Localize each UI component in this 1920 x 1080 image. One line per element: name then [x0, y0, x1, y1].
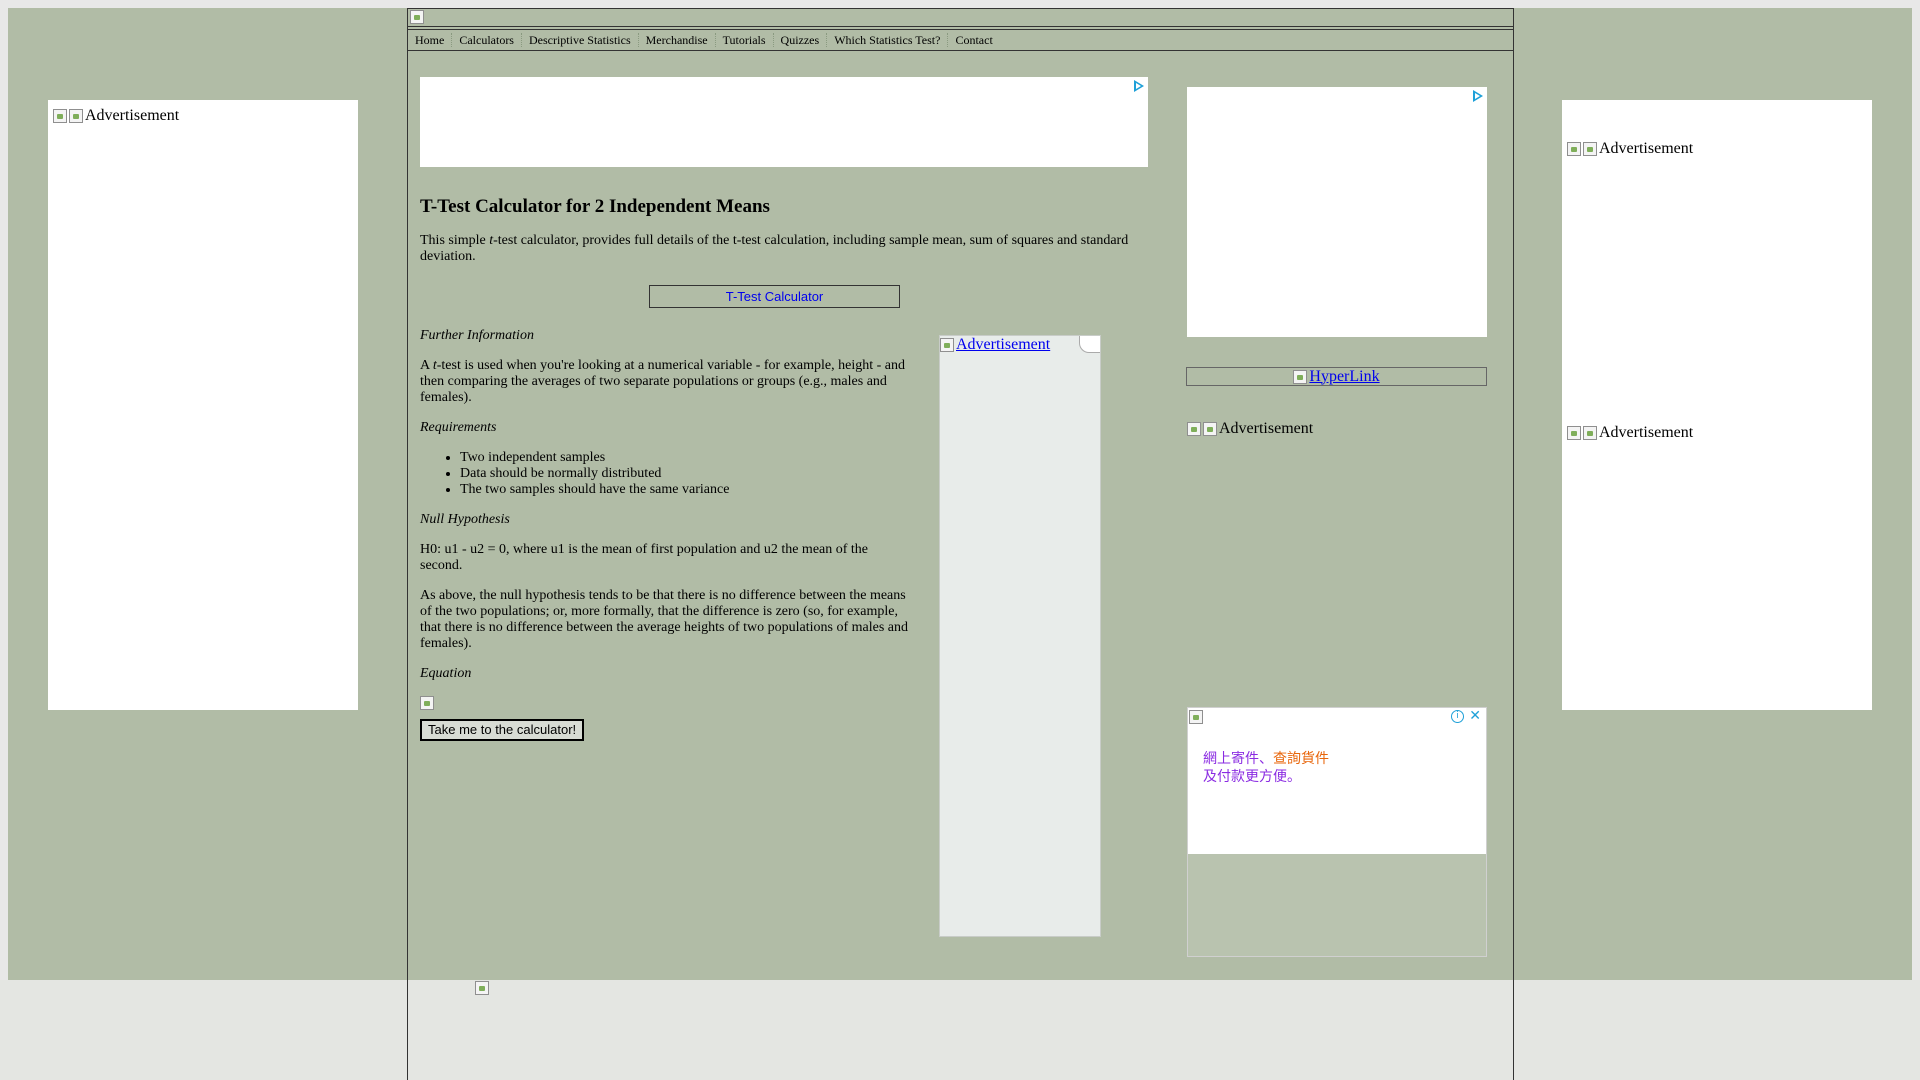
banner-image-icon	[410, 10, 424, 24]
broken-image-icon	[1293, 369, 1308, 384]
broken-image-icon	[1567, 426, 1581, 440]
broken-image-icon	[1583, 426, 1597, 440]
right-ad-label-top: Advertisement	[1567, 140, 1693, 158]
chinese-text-ad[interactable]: i ✕ 網上寄件、查詢貨件 及付款更方便。	[1187, 707, 1487, 957]
ad-corner-tab[interactable]	[1079, 336, 1100, 353]
further-information-heading: Further Information	[420, 328, 534, 343]
broken-image-icon	[420, 696, 434, 710]
article-body: Further Information A t-test is used whe…	[420, 328, 910, 741]
footer-image-icon	[475, 981, 489, 995]
list-item: Data should be normally distributed	[460, 466, 910, 482]
info-icon[interactable]: i	[1451, 710, 1464, 723]
nav-contact[interactable]: Contact	[948, 33, 999, 47]
nav-descriptive-statistics[interactable]: Descriptive Statistics	[522, 33, 639, 47]
equation-image	[420, 696, 910, 715]
nav-quizzes[interactable]: Quizzes	[774, 33, 828, 47]
t-test-calculator-button[interactable]: T-Test Calculator	[649, 285, 900, 308]
nav-merchandise[interactable]: Merchandise	[639, 33, 716, 47]
broken-image-icon	[1567, 142, 1581, 156]
sidebar-ad-label[interactable]: Advertisement	[1187, 420, 1313, 438]
middle-vertical-ad[interactable]: Advertisement	[939, 335, 1101, 937]
list-item: The two samples should have the same var…	[460, 482, 910, 498]
middle-ad-link[interactable]: Advertisement	[940, 336, 1050, 354]
nav-home[interactable]: Home	[408, 33, 453, 47]
further-information-text: A t-test is used when you're looking at …	[420, 358, 905, 405]
null-hypothesis-explanation: As above, the null hypothesis tends to b…	[420, 588, 909, 651]
broken-image-icon	[1203, 422, 1217, 436]
top-banner-ad[interactable]	[420, 77, 1148, 167]
nav-tutorials[interactable]: Tutorials	[716, 33, 774, 47]
adchoices-icon[interactable]	[1472, 90, 1483, 102]
left-advertisement[interactable]: Advertisement	[48, 100, 358, 710]
chinese-ad-text: 網上寄件、查詢貨件 及付款更方便。	[1203, 751, 1329, 785]
adchoices-icon[interactable]	[1133, 80, 1144, 92]
broken-image-icon	[69, 109, 83, 123]
requirements-heading: Requirements	[420, 420, 497, 435]
requirements-list: Two independent samples Data should be n…	[420, 450, 910, 498]
broken-image-icon	[1187, 422, 1201, 436]
sidebar-ad[interactable]	[1187, 87, 1487, 337]
site-banner[interactable]	[408, 8, 1513, 27]
broken-image-icon	[940, 338, 954, 352]
broken-image-icon	[1583, 142, 1597, 156]
broken-image-icon	[1189, 710, 1203, 724]
chinese-ad-footer	[1188, 854, 1486, 956]
page-title: T-Test Calculator for 2 Independent Mean…	[420, 196, 770, 217]
null-hypothesis-heading: Null Hypothesis	[420, 512, 510, 527]
null-hypothesis-text: H0: u1 - u2 = 0, where u1 is the mean of…	[420, 542, 869, 573]
right-ad-label-bottom: Advertisement	[1567, 424, 1693, 442]
hyperlink-bar[interactable]: HyperLink	[1186, 367, 1487, 386]
right-advertisement[interactable]: Advertisement Advertisement	[1562, 100, 1872, 710]
nav-which-statistics-test[interactable]: Which Statistics Test?	[827, 33, 949, 47]
equation-heading: Equation	[420, 666, 472, 681]
top-navigation: Home Calculators Descriptive Statistics …	[408, 29, 1513, 51]
take-me-to-calculator-button[interactable]: Take me to the calculator!	[420, 719, 585, 741]
article-header: T-Test Calculator for 2 Independent Mean…	[420, 195, 1150, 279]
left-ad-label: Advertisement	[53, 107, 179, 125]
nav-calculators[interactable]: Calculators	[452, 33, 522, 47]
intro-text: This simple t-test calculator, provides …	[420, 233, 1129, 264]
broken-image-icon	[53, 109, 67, 123]
close-icon[interactable]: ✕	[1469, 708, 1481, 724]
list-item: Two independent samples	[460, 450, 910, 466]
